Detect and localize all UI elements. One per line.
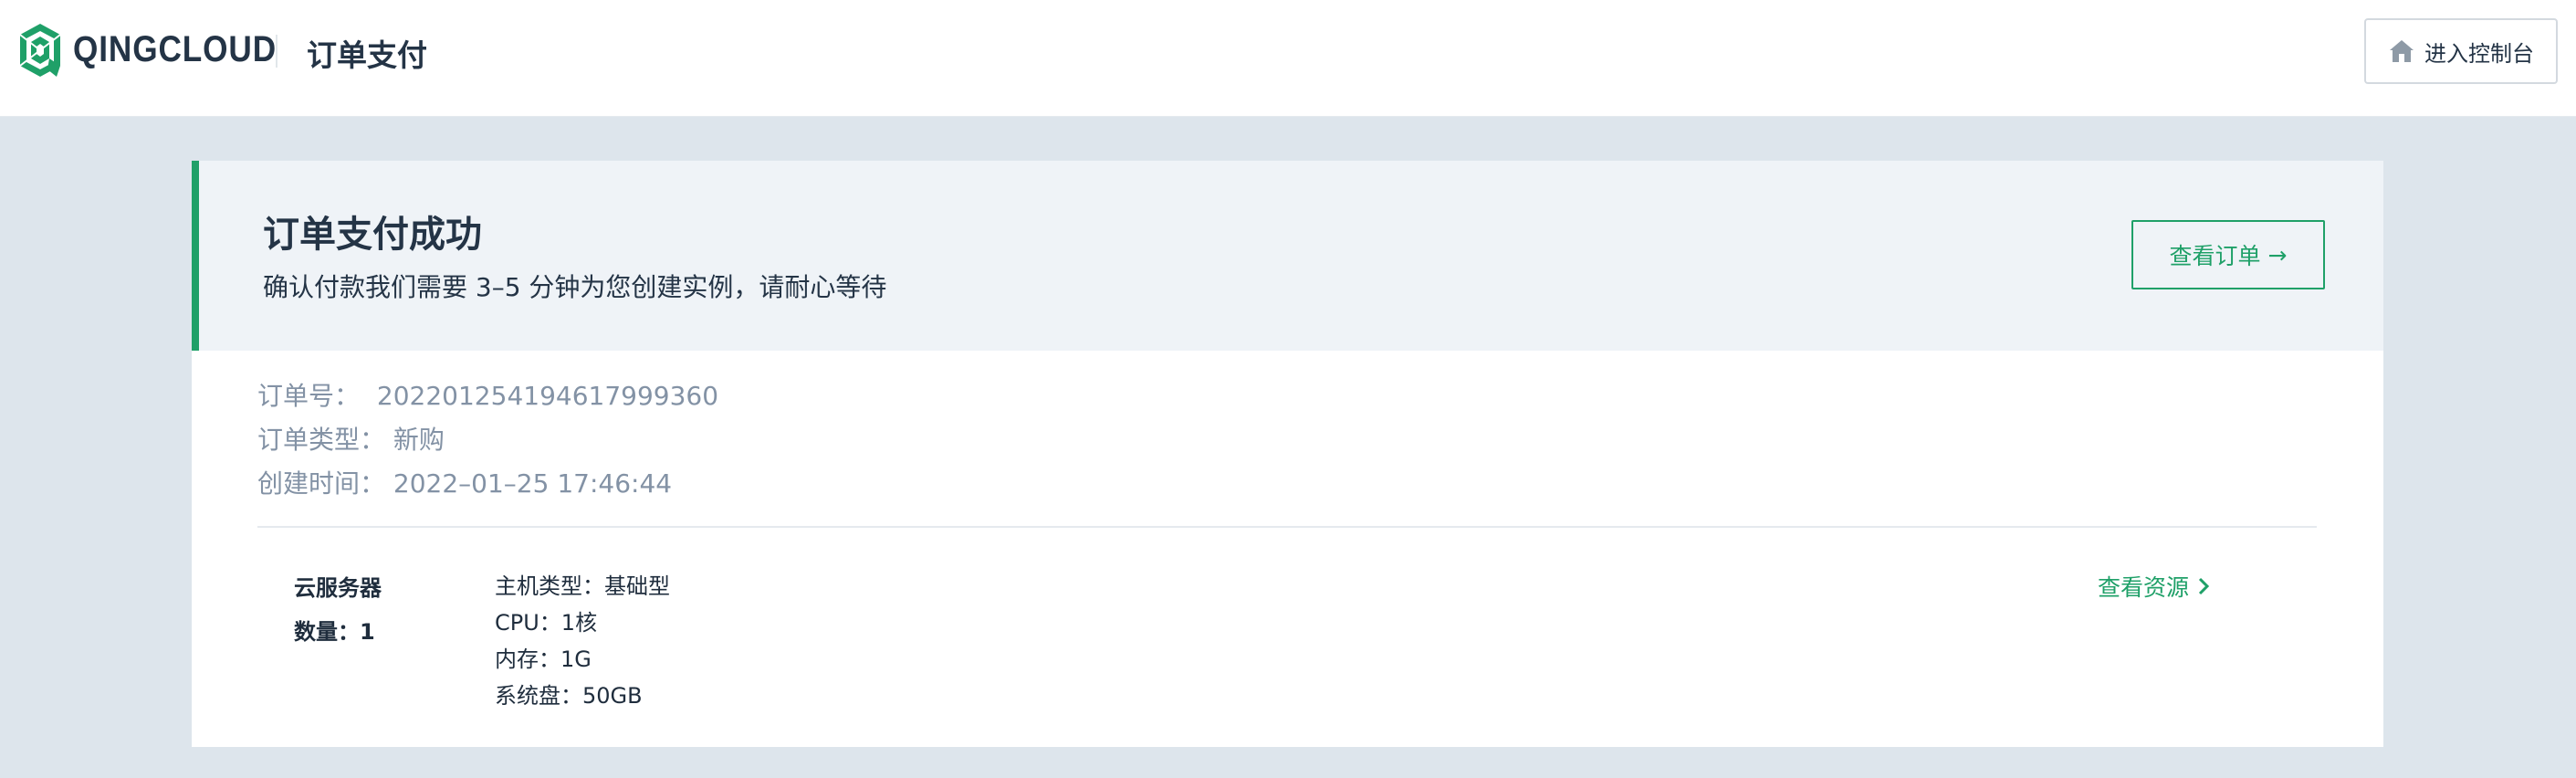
qingcloud-logo[interactable]	[16, 22, 64, 79]
view-resource-label: 查看资源	[2098, 574, 2190, 601]
section-divider	[257, 526, 2317, 528]
enter-console-button[interactable]: 进入控制台	[2364, 18, 2558, 84]
spec-system-disk: 系统盘：50GB	[495, 683, 643, 709]
product-name: 云服务器	[294, 575, 382, 601]
page-title: 订单支付	[307, 37, 427, 73]
view-order-button[interactable]: 查看订单 →	[2131, 220, 2325, 289]
order-type-row: 订单类型： 新购	[257, 420, 445, 457]
spec-memory: 内存：1G	[495, 647, 592, 672]
order-type-value: 新购	[393, 425, 445, 455]
arrow-right-icon: →	[2267, 241, 2288, 268]
spec-host-type: 主机类型：基础型	[495, 573, 670, 599]
enter-console-label: 进入控制台	[2424, 40, 2534, 67]
order-number-label: 订单号：	[257, 381, 361, 411]
brand-name: QINGCLOUD	[73, 29, 277, 69]
home-icon	[2390, 40, 2414, 62]
created-time-label: 创建时间：	[257, 468, 386, 499]
spec-cpu: CPU：1核	[495, 610, 598, 636]
header-divider	[276, 35, 277, 68]
success-title: 订单支付成功	[263, 214, 482, 256]
view-resource-link[interactable]: 查看资源	[2098, 570, 2211, 603]
order-result-card: 订单支付成功 确认付款我们需要 3–5 分钟为您创建实例，请耐心等待 查看订单 …	[192, 161, 2383, 747]
success-description: 确认付款我们需要 3–5 分钟为您创建实例，请耐心等待	[263, 272, 887, 302]
order-type-label: 订单类型：	[257, 425, 386, 455]
order-number-value: 202201254194617999360	[376, 381, 719, 411]
product-quantity: 数量：1	[294, 619, 375, 645]
success-banner: 订单支付成功 确认付款我们需要 3–5 分钟为您创建实例，请耐心等待 查看订单 …	[192, 161, 2383, 351]
chevron-right-icon	[2198, 577, 2210, 595]
order-number-row: 订单号： 202201254194617999360	[257, 376, 718, 413]
created-time-value: 2022–01–25 17:46:44	[393, 468, 673, 499]
top-header: QINGCLOUD 订单支付 进入控制台	[0, 0, 2576, 117]
created-time-row: 创建时间： 2022–01–25 17:46:44	[257, 464, 672, 500]
view-order-label: 查看订单	[2169, 243, 2261, 269]
